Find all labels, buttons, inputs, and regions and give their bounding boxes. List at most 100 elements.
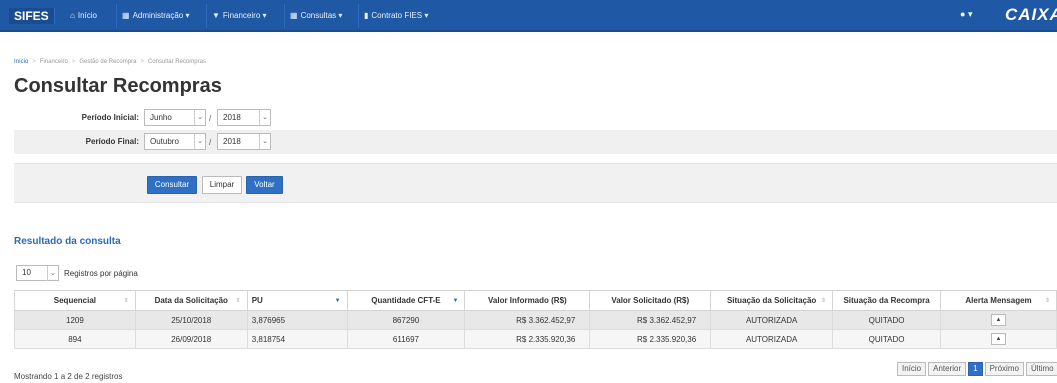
column-label: Data da Solicitação (154, 296, 228, 305)
column-label: Valor Informado (R$) (488, 296, 567, 305)
select-value: 2018 (223, 137, 241, 146)
table-header-row: Sequencial ⇕ Data da Solicitação ⇕ PU ▼ Qua… (14, 290, 1057, 311)
user-menu[interactable]: ● ▾ (960, 9, 972, 20)
nav-item-inicio[interactable]: ⌂ Início (70, 10, 97, 22)
alert-icon[interactable]: ▲ (991, 333, 1007, 345)
cell-valor-informado: R$ 2.335.920,36 (464, 329, 591, 349)
end-period-label: Período Final: (85, 137, 139, 146)
cell-valor-informado: R$ 3.362.452,97 (464, 310, 591, 330)
column-label: Sequencial (53, 296, 97, 305)
filter-row-end: Período Final: Outubro ⌄ / 2018 ⌄ (14, 130, 1057, 154)
chevron-down-icon: ⌄ (259, 110, 270, 125)
end-year-select[interactable]: 2018 ⌄ (217, 133, 271, 150)
column-header-sequencial[interactable]: Sequencial ⇕ (14, 290, 136, 311)
table-row[interactable]: 894 26/09/2018 3,818754 611697 R$ 2.335.… (14, 329, 1057, 349)
start-year-select[interactable]: 2018 ⌄ (217, 109, 271, 126)
sort-desc-icon: ▼ (334, 298, 341, 304)
column-header-valor-informado[interactable]: Valor Informado (R$) (464, 290, 591, 311)
cell-sequencial: 894 (14, 329, 136, 349)
date-separator: / (209, 138, 212, 147)
home-icon: ⌂ (70, 11, 75, 20)
cell-valor-solicitado: R$ 2.335.920,36 (589, 329, 712, 349)
nav-item-financeiro[interactable]: ▼ Financeiro ▾ (212, 10, 267, 22)
pager-last-button[interactable]: Último (1025, 362, 1057, 376)
column-header-quantidade[interactable]: Quantidade CFT-E ▼ (346, 290, 466, 311)
table-icon: ▦ (290, 11, 298, 20)
pager-first-button[interactable]: Início (897, 362, 927, 376)
select-value: 10 (22, 268, 31, 277)
breadcrumb-item[interactable]: Início (14, 59, 28, 65)
cell-pu: 3,876965 (246, 310, 348, 330)
action-bar: Consultar Limpar Voltar (14, 163, 1057, 203)
column-header-alerta-mensagem[interactable]: Alerta Mensagem ⇕ (940, 290, 1057, 311)
start-period-label: Período Inicial: (81, 113, 139, 122)
column-label: Situação da Recompra (843, 296, 930, 305)
nav-label: Consultas ▾ (300, 11, 343, 20)
caixa-logo: CAIXA (1005, 5, 1057, 24)
results-title: Resultado da consulta (14, 236, 121, 247)
sort-icon: ⇕ (1044, 298, 1050, 304)
column-label: Valor Solicitado (R$) (611, 296, 690, 305)
column-label: Quantidade CFT-E (371, 296, 441, 305)
start-month-select[interactable]: Junho ⌄ (144, 109, 206, 126)
column-header-pu[interactable]: PU ▼ (246, 290, 348, 311)
nav-label: Administração ▾ (132, 11, 190, 20)
cart-icon: ▼ (212, 11, 220, 20)
page-length-label: Registros por página (64, 269, 138, 278)
cell-sequencial: 1209 (14, 310, 136, 330)
nav-label: Início (77, 11, 97, 20)
column-header-situacao-solicitacao[interactable]: Situação da Solicitação ⇕ (710, 290, 834, 311)
grid-icon: ▦ (122, 11, 130, 20)
consultar-button[interactable]: Consultar (147, 176, 197, 194)
nav-label: Financeiro ▾ (222, 11, 267, 20)
user-icon: ● (960, 9, 966, 19)
nav-item-contrato-fies[interactable]: ▮ Contrato FIES ▾ (364, 10, 428, 22)
sort-desc-icon: ▼ (452, 298, 459, 304)
chevron-down-icon: ⌄ (259, 134, 270, 149)
breadcrumb-item: Financeiro (39, 59, 68, 65)
pagination: Início Anterior 1 Próximo Último (897, 362, 1057, 377)
column-header-data-solicitacao[interactable]: Data da Solicitação ⇕ (134, 290, 248, 311)
column-header-situacao-recompra[interactable]: Situação da Recompra (832, 290, 942, 311)
top-navbar: SIFES ⌂ Início ▦ Administração ▾ ▼ Financei… (0, 0, 1057, 32)
cell-situacao-recompra: QUITADO (832, 310, 942, 330)
chevron-down-icon: ⌄ (194, 110, 205, 125)
cell-data: 25/10/2018 (134, 310, 248, 330)
pager-page-1[interactable]: 1 (968, 362, 983, 376)
chevron-down-icon: ⌄ (194, 134, 205, 149)
sort-icon: ⇕ (123, 298, 129, 304)
brand-link[interactable]: SIFES (9, 8, 55, 24)
breadcrumb: Início > Financeiro > Gestão de Recompra > Con… (14, 59, 206, 65)
select-value: Outubro (150, 137, 179, 146)
limpar-button[interactable]: Limpar (202, 176, 242, 194)
cell-valor-solicitado: R$ 3.362.452,97 (589, 310, 712, 330)
date-separator: / (209, 114, 212, 123)
table-row[interactable]: 1209 25/10/2018 3,876965 867290 R$ 3.362… (14, 310, 1057, 330)
cell-alerta: ▲ (940, 310, 1057, 330)
barcode-icon: ▮ (364, 11, 369, 20)
user-menu-caret: ▾ (967, 9, 973, 19)
select-value: Junho (150, 113, 172, 122)
column-header-valor-solicitado[interactable]: Valor Solicitado (R$) (589, 290, 712, 311)
select-value: 2018 (223, 113, 241, 122)
cell-quantidade: 867290 (346, 310, 466, 330)
cell-situacao-solicitacao: AUTORIZADA (710, 329, 834, 349)
chevron-down-icon: ⌄ (47, 266, 58, 281)
column-label: PU (251, 296, 263, 305)
pager-next-button[interactable]: Próximo (984, 362, 1024, 376)
nav-item-administracao[interactable]: ▦ Administração ▾ (122, 10, 190, 22)
voltar-button[interactable]: Voltar (246, 176, 283, 194)
pager-prev-button[interactable]: Anterior (928, 362, 967, 376)
nav-label: Contrato FIES ▾ (371, 11, 429, 20)
results-table: Sequencial ⇕ Data da Solicitação ⇕ PU ▼ Qua… (14, 290, 1057, 349)
breadcrumb-item: Consultar Recompras (147, 59, 206, 65)
cell-data: 26/09/2018 (134, 329, 248, 349)
filter-row-start: Período Inicial: Junho ⌄ / 2018 ⌄ (14, 106, 1057, 130)
table-info: Mostrando 1 a 2 de 2 registros (14, 372, 123, 381)
alert-icon[interactable]: ▲ (991, 314, 1007, 326)
page-title: Consultar Recompras (14, 75, 222, 97)
nav-item-consultas[interactable]: ▦ Consultas ▾ (290, 10, 342, 22)
end-month-select[interactable]: Outubro ⌄ (144, 133, 206, 150)
sort-icon: ⇕ (821, 298, 827, 304)
page-length-select[interactable]: 10 ⌄ (16, 265, 59, 281)
